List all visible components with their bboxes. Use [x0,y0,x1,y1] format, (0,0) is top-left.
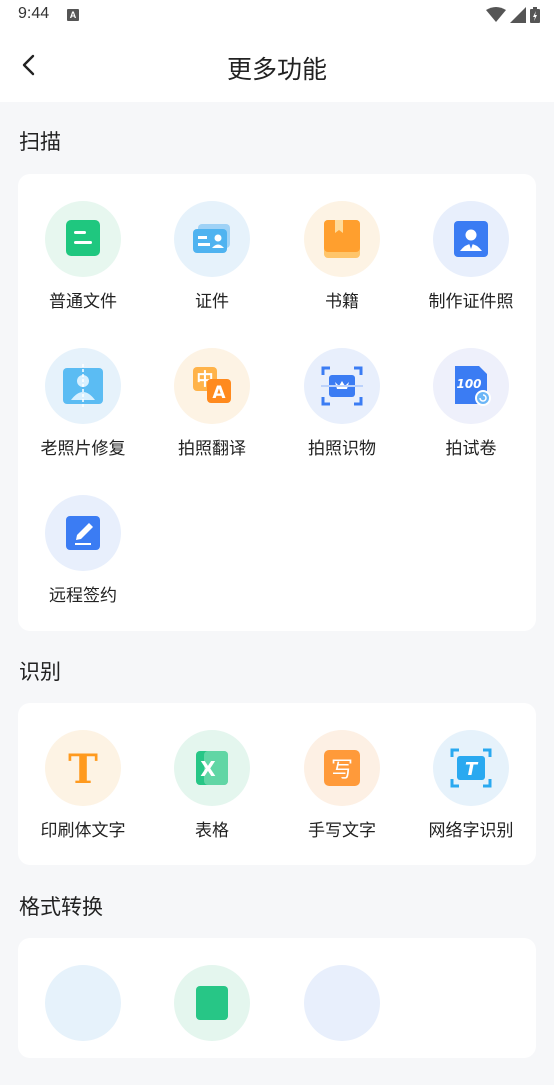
feature-old-photo-restore[interactable]: 老照片修复 [18,348,148,468]
recognition-card: T 印刷体文字 X 表格 写 手写文字 T 网络字识别 [18,703,536,865]
translate-icon: 中A [174,348,250,424]
feature-label: 网络字识别 [428,821,514,841]
feature-convert-2[interactable] [147,965,277,1085]
feature-handwriting[interactable]: 写 手写文字 [277,730,407,850]
feature-label: 老照片修复 [40,439,126,459]
svg-text:X: X [200,757,216,781]
web-text-icon: T [433,730,509,806]
feature-label: 印刷体文字 [40,821,126,841]
book-icon [304,201,380,277]
feature-table[interactable]: X 表格 [147,730,277,850]
feature-label: 证件 [195,292,229,312]
id-photo-icon [433,201,509,277]
page-title: 更多功能 [226,55,327,84]
feature-remote-sign[interactable]: 远程签约 [18,495,148,615]
wifi-icon [486,7,506,22]
feature-regular-document[interactable]: 普通文件 [18,201,148,321]
status-icons [486,7,540,23]
sign-pen-icon [45,495,121,571]
photo-restore-icon [45,348,121,424]
feature-object-recognition[interactable]: 拍照识物 [277,348,407,468]
app-header: 更多功能 [0,32,554,102]
feature-print-text[interactable]: T 印刷体文字 [18,730,148,850]
format-convert-card [18,938,536,1058]
id-card-icon [174,201,250,277]
feature-label: 远程签约 [49,586,117,606]
exam-paper-icon: 100 [433,348,509,424]
svg-text:T: T [465,759,479,780]
feature-label: 手写文字 [308,821,376,841]
feature-label: 拍照识物 [308,439,376,459]
feature-id-card[interactable]: 证件 [147,201,277,321]
feature-label: 普通文件 [49,292,117,312]
excel-icon: X [174,730,250,806]
feature-label: 拍照翻译 [178,439,246,459]
svg-text:A: A [212,383,226,403]
notification-icon: A [67,9,79,21]
feature-label: 书籍 [325,292,359,312]
status-time: 9:44 [18,5,50,22]
convert-icon-3 [304,965,380,1041]
feature-book[interactable]: 书籍 [277,201,407,321]
svg-text:T: T [68,746,98,793]
section-title-recognition: 识别 [19,660,61,684]
feature-web-text[interactable]: T 网络字识别 [406,730,536,850]
feature-id-photo[interactable]: 制作证件照 [406,201,536,321]
convert-icon-1 [45,965,121,1041]
feature-convert-1[interactable] [18,965,148,1085]
feature-photo-translate[interactable]: 中A 拍照翻译 [147,348,277,468]
object-scan-icon [304,348,380,424]
print-text-icon: T [45,730,121,806]
signal-icon [510,7,526,23]
convert-icon-2 [174,965,250,1041]
scan-card: 普通文件 证件 书籍 制作证件照 老照片修复 中A 拍照翻译 拍照识物 100 … [18,174,536,631]
feature-label: 拍试卷 [445,439,497,459]
feature-exam-paper[interactable]: 100 拍试卷 [406,348,536,468]
feature-label: 制作证件照 [428,292,514,312]
section-title-scan: 扫描 [19,130,61,154]
handwriting-icon: 写 [304,730,380,806]
svg-text:100: 100 [456,377,481,391]
status-bar: 9:44 A [0,0,554,32]
battery-icon [530,7,540,23]
svg-text:写: 写 [331,758,353,783]
document-icon [45,201,121,277]
section-title-format-convert: 格式转换 [19,895,103,919]
feature-label: 表格 [195,821,229,841]
feature-convert-3[interactable] [277,965,407,1085]
